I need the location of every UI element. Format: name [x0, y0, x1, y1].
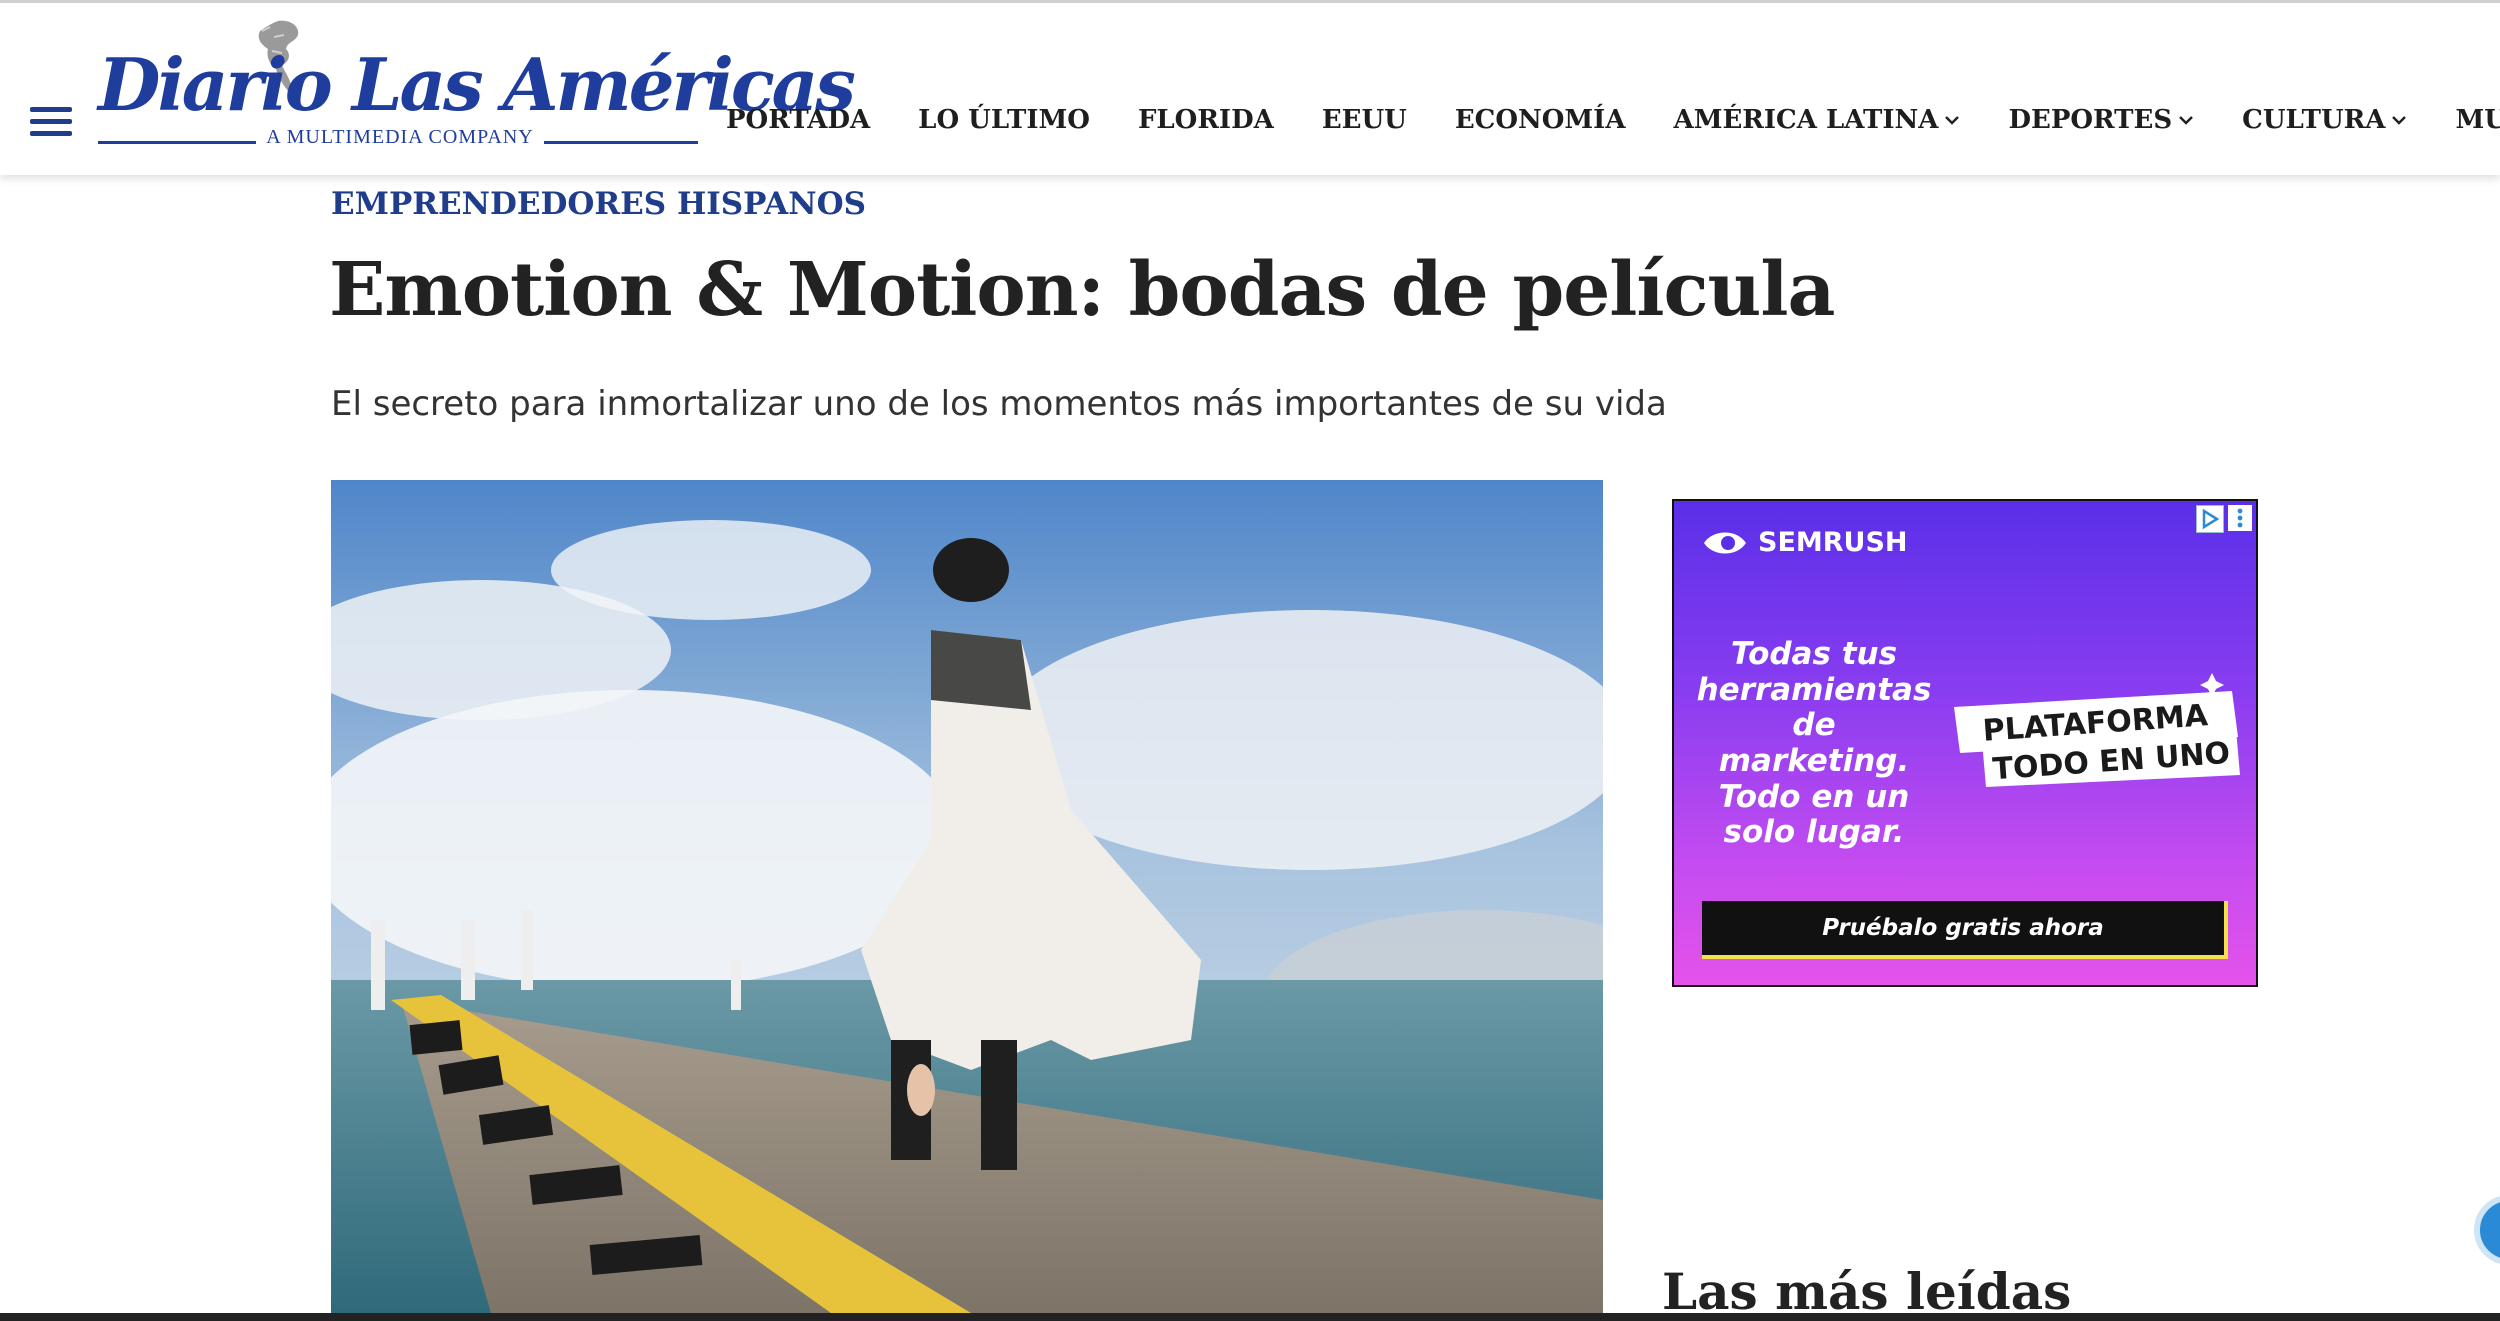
ad-brand: SEMRUSH — [1702, 527, 1908, 558]
nav-item-mundo[interactable]: MUNDO — [2455, 105, 2500, 135]
article-hero-image[interactable] — [331, 480, 1603, 1313]
article-subtitle: El secreto para inmortalizar uno de los … — [331, 384, 1667, 424]
article-kicker[interactable]: EMPRENDEDORES HISPANOS — [331, 186, 866, 222]
nav-item-portada[interactable]: PORTADA — [726, 105, 870, 135]
nav-item-eeuu[interactable]: EEUU — [1322, 105, 1407, 135]
site-header: Diario Las Américas A MULTIMEDIA COMPANY… — [0, 0, 2500, 175]
site-logo[interactable]: Diario Las Américas A MULTIMEDIA COMPANY — [96, 17, 856, 157]
hamburger-menu-icon[interactable] — [30, 107, 72, 139]
nav-item-economia[interactable]: ECONOMÍA — [1455, 105, 1626, 135]
article-title: Emotion & Motion: bodas de película — [329, 247, 1835, 333]
nav-item-florida[interactable]: FLORIDA — [1138, 105, 1274, 135]
platform-badge: PLATAFORMA TODO EN UNO — [1954, 673, 2240, 787]
kebab-menu-icon[interactable] — [2228, 505, 2252, 531]
ad-cta-button[interactable]: Pruébalo gratis ahora — [1702, 901, 2228, 959]
chevron-down-icon — [2179, 116, 2194, 125]
main-nav: PORTADA LO ÚLTIMO FLORIDA EEUU ECONOMÍA … — [726, 105, 2500, 135]
ad-choices-icon[interactable] — [2196, 505, 2224, 533]
chevron-down-icon — [2392, 116, 2407, 125]
ad-copy: Todas tus herramientas de marketing. Tod… — [1696, 636, 1932, 851]
nav-item-america-latina[interactable]: AMÉRICA LATINA — [1674, 105, 1961, 135]
wedding-photo — [331, 480, 1603, 1313]
nav-item-cultura[interactable]: CULTURA — [2242, 105, 2407, 135]
semrush-flame-icon — [1704, 531, 1746, 554]
chat-bubble-icon[interactable] — [2474, 1195, 2500, 1265]
nav-item-lo-ultimo[interactable]: LO ÚLTIMO — [918, 105, 1090, 135]
nav-item-deportes[interactable]: DEPORTES — [2008, 105, 2194, 135]
chevron-down-icon — [1945, 116, 1960, 125]
window-bottom-edge — [0, 1313, 2500, 1321]
logo-tagline: A MULTIMEDIA COMPANY — [96, 126, 704, 149]
ad-banner[interactable]: SEMRUSH Todas tus herramientas de market… — [1672, 499, 2258, 987]
